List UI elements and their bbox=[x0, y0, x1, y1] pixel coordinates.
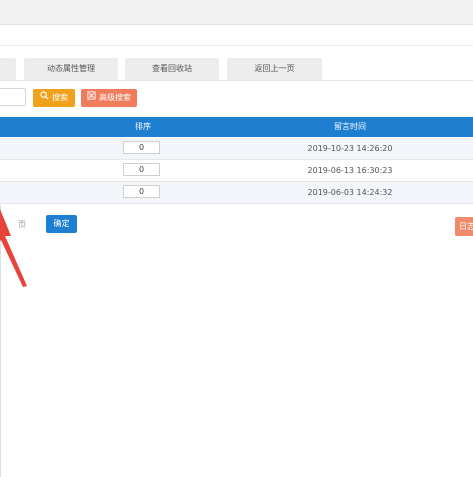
annotation-arrow-icon bbox=[0, 209, 27, 287]
